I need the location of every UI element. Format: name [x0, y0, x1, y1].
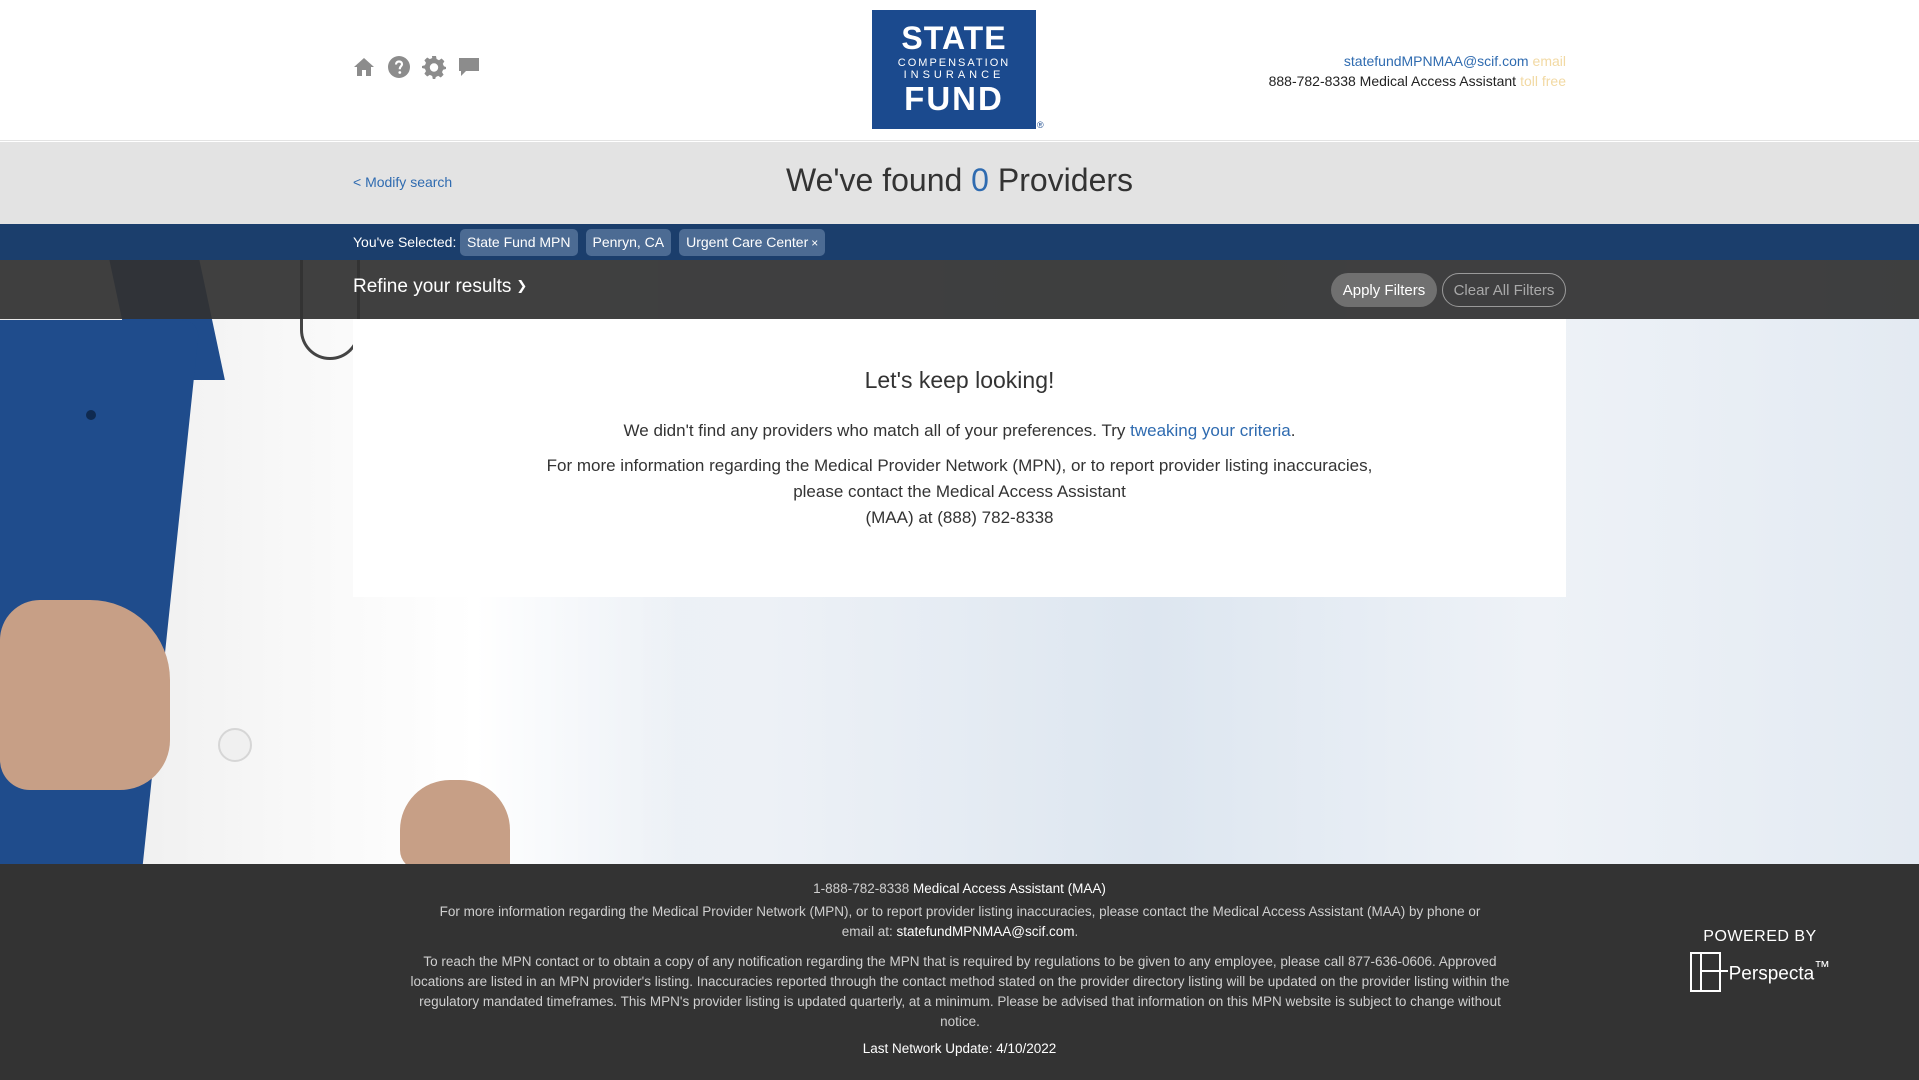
header-phone-tag: toll free [1520, 73, 1566, 89]
home-icon[interactable] [352, 55, 376, 79]
mpn-info-line-2: please contact the Medical Access Assist… [793, 482, 1126, 501]
selected-filters-bar: You've Selected: State Fund MPN Penryn, … [0, 224, 1919, 260]
powered-by-perspecta[interactable]: POWERED BY Perspecta™ [1690, 928, 1830, 992]
no-results-card: Let's keep looking! We didn't find any p… [353, 319, 1566, 597]
doctor-hand-image [0, 600, 170, 790]
site-header: STATE COMPENSATION INSURANCE FUND ® stat… [0, 0, 1919, 141]
footer-notice: To reach the MPN contact or to obtain a … [410, 954, 1510, 1029]
filter-chip-location[interactable]: Penryn, CA [585, 229, 672, 256]
header-contact: statefundMPNMAA@scif.com email 888-782-83… [1269, 51, 1566, 91]
perspecta-tm: ™ [1814, 958, 1830, 976]
results-count-heading: We've found 0 Providers [0, 162, 1919, 199]
logo-line-2: COMPENSATION [897, 57, 1011, 69]
footer-phone-line: 1-888-782-8338 Medical Access Assistant … [0, 881, 1919, 896]
powered-by-label: POWERED BY [1703, 928, 1817, 945]
found-suffix: Providers [997, 162, 1134, 198]
footer-info: For more information regarding the Medic… [430, 902, 1490, 942]
footer-phone[interactable]: 1-888-782-8338 [813, 881, 909, 896]
logo-line-4: FUND [904, 80, 1004, 117]
site-footer: 1-888-782-8338 Medical Access Assistant … [0, 864, 1919, 1080]
state-fund-logo[interactable]: STATE COMPENSATION INSURANCE FUND [872, 10, 1036, 129]
last-network-update: Last Network Update: 4/10/2022 [862, 1041, 1057, 1056]
refine-results-toggle[interactable]: Refine your results ❯ [353, 276, 527, 298]
help-icon[interactable] [387, 55, 411, 79]
footer-info-period: . [1074, 924, 1079, 939]
footer-phone-label: Medical Access Assistant (MAA) [913, 881, 1106, 896]
perspecta-logo-icon [1690, 952, 1728, 992]
chevron-down-icon: ❯ [516, 278, 528, 293]
coat-button-image [218, 728, 252, 762]
refine-results-label: Refine your results [353, 276, 512, 297]
header-phone[interactable]: 888-782-8338 [1269, 73, 1356, 89]
search-summary-bar: < Modify search We've found 0 Providers [0, 142, 1919, 224]
header-phone-label: Medical Access Assistant [1359, 73, 1517, 89]
selected-chips: State Fund MPN Penryn, CA Urgent Care Ce… [460, 229, 826, 256]
doctor-hand-hip-image [400, 780, 510, 864]
mpn-info-line-3: (MAA) at (888) 782-8338 [865, 508, 1054, 527]
remove-chip-icon[interactable]: × [811, 236, 818, 250]
mpn-info-line-1: For more information regarding the Medic… [546, 456, 1373, 475]
provider-count: 0 [971, 162, 989, 198]
found-prefix: We've found [785, 162, 963, 198]
footer-email-link[interactable]: statefundMPNMAA@scif.com [897, 924, 1075, 939]
no-results-text: We didn't find any providers who match a… [623, 421, 1126, 440]
refine-results-bar: Refine your results ❯ Apply Filters Clear… [0, 260, 1919, 319]
clear-all-filters-button[interactable]: Clear All Filters [1442, 273, 1566, 307]
logo-registered-mark: ® [1037, 120, 1044, 130]
header-email-link[interactable]: statefundMPNMAA@scif.com [1344, 53, 1529, 69]
no-results-heading: Let's keep looking! [864, 367, 1055, 393]
chat-icon[interactable] [457, 55, 481, 79]
header-email-tag: email [1532, 53, 1566, 69]
no-results-message: We didn't find any providers who match a… [353, 418, 1566, 444]
header-nav-icons [352, 55, 481, 79]
filter-chip-specialty[interactable]: Urgent Care Center × [679, 229, 826, 256]
perspecta-name: Perspecta™ [1729, 959, 1830, 985]
logo-line-1: STATE [901, 20, 1007, 56]
no-results-period: . [1290, 421, 1296, 440]
perspecta-name-text: Perspecta [1728, 963, 1815, 985]
filter-chip-specialty-label: Urgent Care Center [686, 234, 809, 250]
apply-filters-button[interactable]: Apply Filters [1331, 273, 1437, 307]
perspecta-logo: Perspecta™ [1690, 952, 1830, 992]
tweak-criteria-link[interactable]: tweaking your criteria [1130, 421, 1291, 440]
clipboard-dot-image [86, 410, 96, 420]
filter-chip-network[interactable]: State Fund MPN [460, 229, 578, 256]
selected-label: You've Selected: [353, 234, 457, 250]
settings-icon[interactable] [422, 55, 446, 79]
